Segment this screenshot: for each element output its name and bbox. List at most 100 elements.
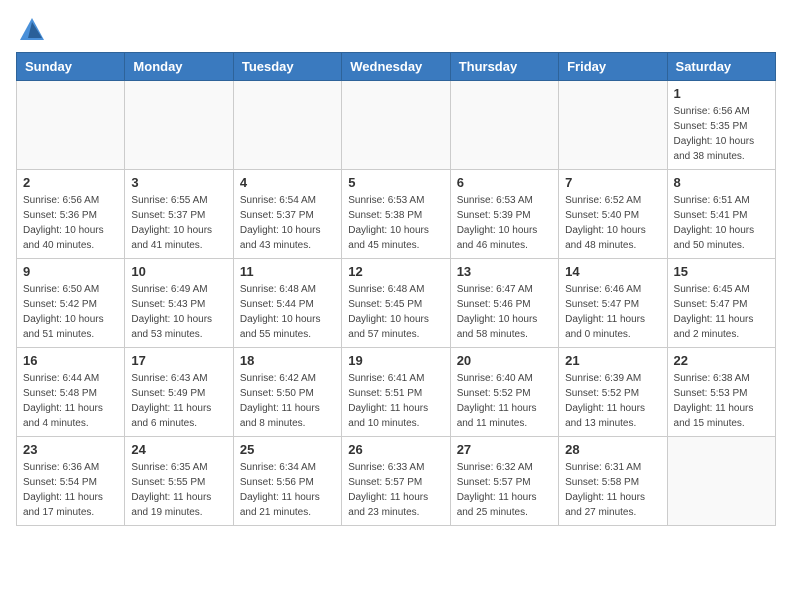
calendar-cell: 13 Sunrise: 6:47 AM Sunset: 5:46 PM Dayli… [450, 259, 558, 348]
day-info: Sunrise: 6:38 AM Sunset: 5:53 PM Dayligh… [674, 371, 769, 431]
day-info: Sunrise: 6:56 AM Sunset: 5:35 PM Dayligh… [674, 104, 769, 164]
day-number: 14 [565, 264, 660, 279]
day-number: 12 [348, 264, 443, 279]
day-info: Sunrise: 6:45 AM Sunset: 5:47 PM Dayligh… [674, 282, 769, 342]
calendar-cell [559, 81, 667, 170]
calendar-cell: 17 Sunrise: 6:43 AM Sunset: 5:49 PM Dayli… [125, 348, 233, 437]
day-number: 28 [565, 442, 660, 457]
day-info: Sunrise: 6:50 AM Sunset: 5:42 PM Dayligh… [23, 282, 118, 342]
day-info: Sunrise: 6:48 AM Sunset: 5:45 PM Dayligh… [348, 282, 443, 342]
calendar-cell: 27Sunrise: 6:32 AM Sunset: 5:57 PM Dayli… [450, 437, 558, 526]
day-number: 18 [240, 353, 335, 368]
day-number: 24 [131, 442, 226, 457]
day-number: 26 [348, 442, 443, 457]
calendar-week-4: 23Sunrise: 6:36 AM Sunset: 5:54 PM Dayli… [17, 437, 776, 526]
day-number: 4 [240, 175, 335, 190]
calendar-cell: 28 Sunrise: 6:31 AM Sunset: 5:58 PM Dayli… [559, 437, 667, 526]
calendar-cell: 10 Sunrise: 6:49 AM Sunset: 5:43 PM Dayli… [125, 259, 233, 348]
calendar-cell: 3 Sunrise: 6:55 AM Sunset: 5:37 PM Daylig… [125, 170, 233, 259]
day-number: 22 [674, 353, 769, 368]
day-info: Sunrise: 6:35 AM Sunset: 5:55 PM Dayligh… [131, 460, 226, 520]
day-number: 8 [674, 175, 769, 190]
col-header-wednesday: Wednesday [342, 53, 450, 81]
calendar-cell: 21 Sunrise: 6:39 AM Sunset: 5:52 PM Dayli… [559, 348, 667, 437]
calendar-cell: 12 Sunrise: 6:48 AM Sunset: 5:45 PM Dayli… [342, 259, 450, 348]
calendar-cell: 18 Sunrise: 6:42 AM Sunset: 5:50 PM Dayli… [233, 348, 341, 437]
day-info: Sunrise: 6:40 AM Sunset: 5:52 PM Dayligh… [457, 371, 552, 431]
calendar-cell [125, 81, 233, 170]
day-info: Sunrise: 6:53 AM Sunset: 5:39 PM Dayligh… [457, 193, 552, 253]
day-info: Sunrise: 6:51 AM Sunset: 5:41 PM Dayligh… [674, 193, 769, 253]
calendar-cell: 6 Sunrise: 6:53 AM Sunset: 5:39 PM Daylig… [450, 170, 558, 259]
day-info: Sunrise: 6:31 AM Sunset: 5:58 PM Dayligh… [565, 460, 660, 520]
day-info: Sunrise: 6:47 AM Sunset: 5:46 PM Dayligh… [457, 282, 552, 342]
calendar-week-0: 1 Sunrise: 6:56 AM Sunset: 5:35 PM Daylig… [17, 81, 776, 170]
calendar-week-1: 2 Sunrise: 6:56 AM Sunset: 5:36 PM Daylig… [17, 170, 776, 259]
day-number: 7 [565, 175, 660, 190]
day-info: Sunrise: 6:41 AM Sunset: 5:51 PM Dayligh… [348, 371, 443, 431]
day-number: 6 [457, 175, 552, 190]
calendar-cell [342, 81, 450, 170]
calendar-cell: 1 Sunrise: 6:56 AM Sunset: 5:35 PM Daylig… [667, 81, 775, 170]
calendar-header-row: SundayMondayTuesdayWednesdayThursdayFrid… [17, 53, 776, 81]
day-info: Sunrise: 6:42 AM Sunset: 5:50 PM Dayligh… [240, 371, 335, 431]
calendar-cell: 25 Sunrise: 6:34 AM Sunset: 5:56 PM Dayli… [233, 437, 341, 526]
col-header-saturday: Saturday [667, 53, 775, 81]
day-number: 20 [457, 353, 552, 368]
col-header-sunday: Sunday [17, 53, 125, 81]
calendar-cell: 23Sunrise: 6:36 AM Sunset: 5:54 PM Dayli… [17, 437, 125, 526]
day-number: 2 [23, 175, 118, 190]
calendar-week-2: 9 Sunrise: 6:50 AM Sunset: 5:42 PM Daylig… [17, 259, 776, 348]
day-number: 3 [131, 175, 226, 190]
day-info: Sunrise: 6:48 AM Sunset: 5:44 PM Dayligh… [240, 282, 335, 342]
calendar-cell: 11 Sunrise: 6:48 AM Sunset: 5:44 PM Dayli… [233, 259, 341, 348]
day-number: 16 [23, 353, 118, 368]
day-number: 13 [457, 264, 552, 279]
calendar-cell: 19Sunrise: 6:41 AM Sunset: 5:51 PM Dayli… [342, 348, 450, 437]
calendar-cell [450, 81, 558, 170]
calendar-cell: 22 Sunrise: 6:38 AM Sunset: 5:53 PM Dayli… [667, 348, 775, 437]
day-info: Sunrise: 6:33 AM Sunset: 5:57 PM Dayligh… [348, 460, 443, 520]
calendar-cell [667, 437, 775, 526]
logo [16, 16, 46, 44]
calendar-cell: 20 Sunrise: 6:40 AM Sunset: 5:52 PM Dayli… [450, 348, 558, 437]
calendar-cell [17, 81, 125, 170]
page-header [16, 16, 776, 44]
calendar-cell: 5Sunrise: 6:53 AM Sunset: 5:38 PM Daylig… [342, 170, 450, 259]
day-number: 5 [348, 175, 443, 190]
day-info: Sunrise: 6:39 AM Sunset: 5:52 PM Dayligh… [565, 371, 660, 431]
day-info: Sunrise: 6:36 AM Sunset: 5:54 PM Dayligh… [23, 460, 118, 520]
day-number: 15 [674, 264, 769, 279]
calendar-cell: 8 Sunrise: 6:51 AM Sunset: 5:41 PM Daylig… [667, 170, 775, 259]
col-header-thursday: Thursday [450, 53, 558, 81]
calendar-cell: 4 Sunrise: 6:54 AM Sunset: 5:37 PM Daylig… [233, 170, 341, 259]
calendar-cell: 24 Sunrise: 6:35 AM Sunset: 5:55 PM Dayli… [125, 437, 233, 526]
day-number: 17 [131, 353, 226, 368]
day-number: 25 [240, 442, 335, 457]
day-info: Sunrise: 6:49 AM Sunset: 5:43 PM Dayligh… [131, 282, 226, 342]
calendar-cell [233, 81, 341, 170]
day-number: 21 [565, 353, 660, 368]
col-header-tuesday: Tuesday [233, 53, 341, 81]
day-info: Sunrise: 6:34 AM Sunset: 5:56 PM Dayligh… [240, 460, 335, 520]
logo-icon [18, 16, 46, 44]
day-number: 10 [131, 264, 226, 279]
calendar-cell: 14 Sunrise: 6:46 AM Sunset: 5:47 PM Dayli… [559, 259, 667, 348]
calendar-table: SundayMondayTuesdayWednesdayThursdayFrid… [16, 52, 776, 526]
calendar-cell: 7 Sunrise: 6:52 AM Sunset: 5:40 PM Daylig… [559, 170, 667, 259]
calendar-cell: 2 Sunrise: 6:56 AM Sunset: 5:36 PM Daylig… [17, 170, 125, 259]
day-info: Sunrise: 6:52 AM Sunset: 5:40 PM Dayligh… [565, 193, 660, 253]
day-info: Sunrise: 6:43 AM Sunset: 5:49 PM Dayligh… [131, 371, 226, 431]
col-header-friday: Friday [559, 53, 667, 81]
day-info: Sunrise: 6:55 AM Sunset: 5:37 PM Dayligh… [131, 193, 226, 253]
day-number: 9 [23, 264, 118, 279]
calendar-cell: 15 Sunrise: 6:45 AM Sunset: 5:47 PM Dayli… [667, 259, 775, 348]
day-info: Sunrise: 6:44 AM Sunset: 5:48 PM Dayligh… [23, 371, 118, 431]
calendar-cell: 16 Sunrise: 6:44 AM Sunset: 5:48 PM Dayli… [17, 348, 125, 437]
day-number: 1 [674, 86, 769, 101]
day-info: Sunrise: 6:46 AM Sunset: 5:47 PM Dayligh… [565, 282, 660, 342]
day-info: Sunrise: 6:56 AM Sunset: 5:36 PM Dayligh… [23, 193, 118, 253]
day-info: Sunrise: 6:54 AM Sunset: 5:37 PM Dayligh… [240, 193, 335, 253]
day-number: 11 [240, 264, 335, 279]
col-header-monday: Monday [125, 53, 233, 81]
